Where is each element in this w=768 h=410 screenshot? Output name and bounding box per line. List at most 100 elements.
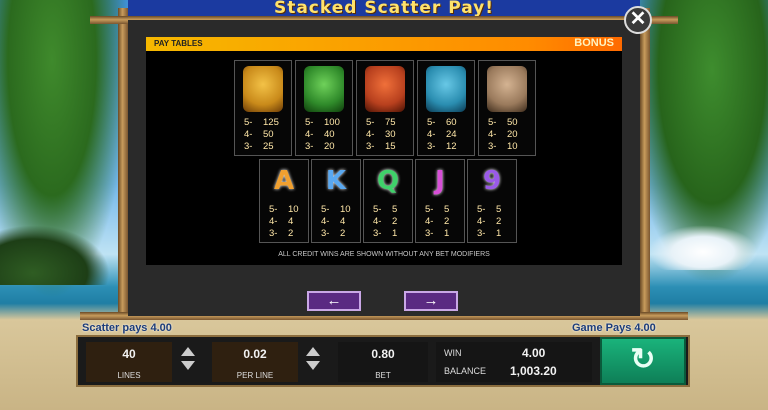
- pay-count: 4-: [373, 216, 382, 227]
- game-pays-message: Game Pays 4.00: [572, 322, 656, 334]
- pay-count: 5-: [269, 204, 278, 215]
- lines-stepper[interactable]: [180, 344, 196, 378]
- pay-value: 20: [507, 129, 518, 140]
- pay-count: 4-: [366, 129, 375, 140]
- close-button[interactable]: ✕: [624, 6, 652, 34]
- bonus-tab[interactable]: BONUS: [574, 37, 614, 49]
- pay-value: 24: [446, 129, 457, 140]
- pay-value: 10: [507, 141, 518, 152]
- pay-value: 5: [444, 204, 450, 215]
- lines-value: 40: [122, 347, 136, 361]
- pay-list: 5- 125 4- 50 3- 25: [235, 117, 291, 153]
- pay-count: 3-: [269, 228, 278, 239]
- pay-count: 4-: [425, 216, 434, 227]
- pay-count: 3-: [366, 141, 375, 152]
- pay-value: 2: [392, 216, 398, 227]
- per-line-display: 0.02 PER LINE: [212, 342, 298, 382]
- pay-count: 4-: [269, 216, 278, 227]
- spin-button[interactable]: ↻: [600, 337, 686, 385]
- pay-value: 4: [340, 216, 346, 227]
- pay-value: 2: [444, 216, 450, 227]
- paytable-card: 5- 100 4- 40 3- 20: [295, 60, 353, 156]
- pay-value: 4: [288, 216, 294, 227]
- pay-count: 5-: [244, 117, 253, 128]
- tiki-mask-gold-icon: [243, 66, 283, 112]
- pay-value: 2: [340, 228, 346, 239]
- pay-value: 1: [444, 228, 450, 239]
- pay-count: 5-: [488, 117, 497, 128]
- pay-value: 2: [288, 228, 294, 239]
- bet-label: BET: [375, 371, 391, 380]
- pay-value: 50: [507, 117, 518, 128]
- pay-count: 5-: [373, 204, 382, 215]
- pay-value: 5: [496, 204, 502, 215]
- win-value: 4.00: [522, 346, 546, 360]
- bet-display: 0.80 BET: [338, 342, 428, 382]
- tiki-mask-green-icon: [304, 66, 344, 112]
- pay-count: 4-: [244, 129, 253, 140]
- pay-value: 2: [496, 216, 502, 227]
- pay-list: 5- 60 4- 24 3- 12: [418, 117, 474, 153]
- pay-value: 60: [446, 117, 457, 128]
- symbol-letter: J: [435, 166, 445, 196]
- paytable-card: 5- 125 4- 50 3- 25: [234, 60, 292, 156]
- pay-count: 3-: [321, 228, 330, 239]
- paytable-card: K 5- 10 4- 4 3- 2: [311, 159, 361, 243]
- pay-value: 20: [324, 141, 335, 152]
- pay-value: 15: [385, 141, 396, 152]
- pay-count: 4-: [305, 129, 314, 140]
- cloud: [648, 225, 758, 270]
- win-label: WIN: [444, 348, 462, 358]
- paytable-title: PAY TABLES: [154, 39, 203, 48]
- next-page-button[interactable]: →: [404, 291, 458, 311]
- pay-value: 10: [288, 204, 299, 215]
- symbol-letter: K: [325, 166, 347, 196]
- prev-page-button[interactable]: ←: [307, 291, 361, 311]
- pay-count: 5-: [477, 204, 486, 215]
- scatter-pays-message: Scatter pays 4.00: [82, 322, 172, 334]
- paytable-card: Q 5- 5 4- 2 3- 1: [363, 159, 413, 243]
- pay-value: 5: [392, 204, 398, 215]
- decrease-lines-icon[interactable]: [181, 361, 195, 370]
- pay-count: 5-: [305, 117, 314, 128]
- pay-list: 5- 100 4- 40 3- 20: [296, 117, 352, 153]
- pay-count: 5-: [427, 117, 436, 128]
- moai-head-icon: [487, 66, 527, 112]
- increase-per-line-icon[interactable]: [306, 347, 320, 356]
- lines-label: LINES: [117, 371, 141, 380]
- island: [0, 225, 110, 285]
- paytable-card: A 5- 10 4- 4 3- 2: [259, 159, 309, 243]
- pay-list: 5- 5 4- 2 3- 1: [364, 204, 412, 240]
- bamboo-frame-left: [118, 8, 128, 318]
- decrease-per-line-icon[interactable]: [306, 361, 320, 370]
- paytable-footnote: ALL CREDIT WINS ARE SHOWN WITHOUT ANY BE…: [278, 251, 490, 258]
- pay-value: 50: [263, 129, 274, 140]
- pay-count: 3-: [373, 228, 382, 239]
- win-balance-display: WIN 4.00 BALANCE 1,003.20: [436, 342, 592, 382]
- pay-value: 1: [496, 228, 502, 239]
- pay-value: 1: [392, 228, 398, 239]
- bamboo-frame-right: [640, 8, 650, 318]
- pay-count: 3-: [244, 141, 253, 152]
- pay-value: 125: [263, 117, 279, 128]
- per-line-value: 0.02: [243, 347, 267, 361]
- per-line-label: PER LINE: [236, 371, 274, 380]
- increase-lines-icon[interactable]: [181, 347, 195, 356]
- pay-count: 4-: [488, 129, 497, 140]
- pay-list: 5- 5 4- 2 3- 1: [468, 204, 516, 240]
- symbol-letter: 9: [482, 166, 502, 196]
- pay-count: 3-: [425, 228, 434, 239]
- pay-value: 75: [385, 117, 396, 128]
- paytable-card: 5- 50 4- 20 3- 10: [478, 60, 536, 156]
- pay-count: 4-: [477, 216, 486, 227]
- game-title: Stacked Scatter Pay!: [273, 0, 495, 18]
- pay-list: 5- 75 4- 30 3- 15: [357, 117, 413, 153]
- pay-list: 5- 50 4- 20 3- 10: [479, 117, 535, 153]
- per-line-stepper[interactable]: [305, 344, 321, 378]
- paytable-card: 5- 75 4- 30 3- 15: [356, 60, 414, 156]
- pay-list: 5- 10 4- 4 3- 2: [260, 204, 308, 240]
- pay-list: 5- 10 4- 4 3- 2: [312, 204, 360, 240]
- pay-list: 5- 5 4- 2 3- 1: [416, 204, 464, 240]
- pay-value: 10: [340, 204, 351, 215]
- pay-count: 3-: [305, 141, 314, 152]
